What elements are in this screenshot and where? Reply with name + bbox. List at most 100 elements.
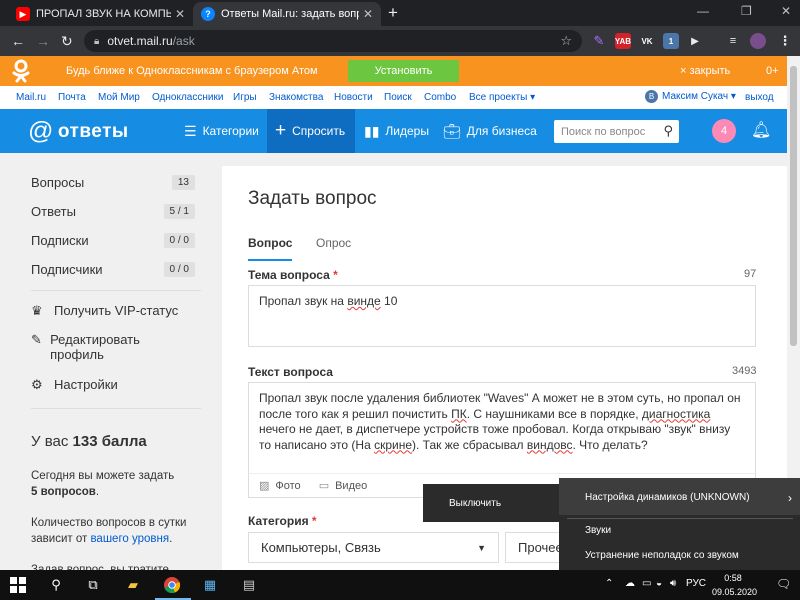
onedrive-icon[interactable]: ☁ xyxy=(625,578,635,589)
windows-start-icon[interactable] xyxy=(9,576,27,594)
search-icon[interactable]: ⚲ xyxy=(663,123,673,139)
portal-link-mail[interactable]: Почта xyxy=(58,92,86,103)
close-window-icon[interactable]: ✕ xyxy=(781,4,791,18)
yab-extension-icon[interactable]: YAB xyxy=(615,33,631,49)
notifications-icon[interactable]: 🗨︎ xyxy=(776,577,791,591)
close-tab-icon[interactable]: ✕ xyxy=(363,7,373,21)
scrollbar-thumb[interactable] xyxy=(790,66,797,346)
close-promo-link[interactable]: × закрыть xyxy=(680,65,730,77)
logout-link[interactable]: выход xyxy=(745,92,774,103)
notifications-badge[interactable]: 4 xyxy=(712,119,736,143)
portal-link-combo[interactable]: Combo xyxy=(424,92,456,103)
misspelled-word: скрине xyxy=(374,437,413,452)
nav-leaders[interactable]: ▮▮ Лидеры xyxy=(356,109,437,153)
topic-input[interactable]: Пропал звук на винде 10 xyxy=(248,285,756,347)
mailru-answers-icon: ? xyxy=(201,7,215,21)
sidebar-item-settings[interactable]: ⚙ Настройки xyxy=(31,377,118,393)
bookmark-star-icon[interactable]: ☆ xyxy=(560,33,572,49)
portal-link-games[interactable]: Игры xyxy=(233,92,257,103)
portal-link-ok[interactable]: Одноклассники xyxy=(152,92,223,103)
file-explorer-icon[interactable]: ▰ xyxy=(124,576,142,594)
menu-item-speaker-settings[interactable]: Настройка динамиков (UNKNOWN) xyxy=(585,492,750,503)
portal-link-search[interactable]: Поиск xyxy=(384,92,412,103)
menu-item-troubleshoot[interactable]: Устранение неполадок со звуком xyxy=(585,550,739,561)
network-icon[interactable]: ◒ xyxy=(656,578,662,589)
level-info-suffix: . xyxy=(169,533,173,545)
count-badge: 13 xyxy=(171,174,195,190)
control-panel-icon[interactable]: ▦ xyxy=(201,576,219,594)
tab-poll[interactable]: Опрос xyxy=(316,236,351,259)
restore-icon[interactable]: ❐ xyxy=(741,4,752,18)
tab-youtube[interactable]: ▶ ПРОПАЛ ЗВУК НА КОМПЬЮТЕР ✕ xyxy=(8,2,193,26)
close-tab-icon[interactable]: ✕ xyxy=(175,7,185,21)
logo-text: ответы xyxy=(57,120,129,142)
nav-categories[interactable]: ☰ Категории xyxy=(176,109,267,153)
answers-logo[interactable]: @ ответы xyxy=(28,117,129,146)
forward-icon[interactable]: → xyxy=(36,33,50,49)
profile-avatar-icon[interactable] xyxy=(750,33,766,49)
daily-limit-value: 5 вопросов xyxy=(31,486,96,498)
score-text: У вас 133 балла xyxy=(31,433,147,450)
install-button[interactable]: Установить xyxy=(348,60,459,82)
minimize-icon[interactable]: — xyxy=(697,4,709,18)
reload-icon[interactable]: ↻ xyxy=(61,33,73,50)
question-text-area[interactable]: Пропал звук после удаления библиотек "Wa… xyxy=(248,382,756,474)
pen-extension-icon[interactable]: ✎ xyxy=(591,33,607,49)
level-link[interactable]: вашего уровня xyxy=(90,533,169,545)
portal-link-mailru[interactable]: Mail.ru xyxy=(16,92,46,103)
vk-extension-icon[interactable]: VK xyxy=(639,33,655,49)
sidebar-item-label: Подписчики xyxy=(31,261,103,277)
search-icon[interactable]: ⚲ xyxy=(47,576,65,594)
app-icon[interactable]: ▤ xyxy=(240,576,258,594)
vk-messages-extension-icon[interactable]: 1 xyxy=(663,33,679,49)
portal-link-myworld[interactable]: Мой Мир xyxy=(98,92,140,103)
text-label-text: Текст вопроса xyxy=(248,365,333,379)
portal-link-all-projects[interactable]: Все проекты ▾ xyxy=(469,92,535,103)
task-view-icon[interactable]: ⧉ xyxy=(84,576,102,594)
media-control-icon[interactable]: ≡ xyxy=(725,33,741,49)
nav-business[interactable]: 💼︎ Для бизнеса xyxy=(435,109,545,153)
volume-icon[interactable]: 🔊︎ xyxy=(670,578,676,589)
nav-label: Для бизнеса xyxy=(466,124,537,138)
menu-item-sounds[interactable]: Звуки xyxy=(585,525,611,536)
sidebar-item-subscriptions[interactable]: Подписки 0 / 0 xyxy=(31,231,195,249)
text-label: Текст вопроса xyxy=(248,365,333,379)
user-menu[interactable]: В Максим Сукач ▾ xyxy=(645,90,736,103)
search-placeholder: Поиск по вопрос xyxy=(561,125,646,138)
sidebar-item-subscribers[interactable]: Подписчики 0 / 0 xyxy=(31,260,195,278)
menu-dots-icon[interactable]: ⋮ xyxy=(777,33,793,49)
battery-icon[interactable]: ▭ xyxy=(642,578,651,589)
category-select[interactable]: Компьютеры, Связь ▼ xyxy=(248,532,499,563)
portal-link-news[interactable]: Новости xyxy=(334,92,373,103)
sidebar-item-vip[interactable]: ♛ Получить VIP-статус xyxy=(31,303,178,319)
attach-photo-button[interactable]: Фото xyxy=(275,480,300,492)
play-extension-icon[interactable]: ▶ xyxy=(687,33,703,49)
bell-icon[interactable]: 🔔︎ xyxy=(751,120,771,140)
attach-video-button[interactable]: Видео xyxy=(335,480,367,492)
tab-question[interactable]: Вопрос xyxy=(248,236,293,261)
url-bar[interactable]: 🔒︎ otvet.mail.ru/ask ☆ xyxy=(84,30,582,52)
gear-icon: ⚙ xyxy=(31,377,43,392)
text-char-counter: 3493 xyxy=(732,365,757,377)
back-icon[interactable]: ← xyxy=(11,33,25,49)
clock[interactable]: 0:58 09.05.2020 xyxy=(712,571,757,599)
new-tab-button[interactable]: + xyxy=(388,4,398,22)
sidebar-item-edit-profile[interactable]: ✎ Редактировать профиль xyxy=(31,332,161,362)
chrome-icon[interactable] xyxy=(163,576,181,594)
language-indicator[interactable]: РУС xyxy=(686,578,706,589)
menu-item-turn-off[interactable]: Выключить xyxy=(449,498,501,509)
tab-mailru-answers[interactable]: ? Ответы Mail.ru: задать вопрос ✕ xyxy=(193,2,381,26)
topic-text: Пропал звук на xyxy=(259,294,348,308)
search-input[interactable]: Поиск по вопрос ⚲ xyxy=(554,120,679,143)
show-hidden-icons[interactable]: ⌃ xyxy=(605,578,613,589)
page-title: Задать вопрос xyxy=(248,188,377,209)
at-logo-icon: @ xyxy=(28,117,54,145)
nav-ask[interactable]: + Спросить xyxy=(267,109,355,153)
misspelled-word: виндовс xyxy=(526,437,573,452)
portal-link-dating[interactable]: Знакомства xyxy=(269,92,323,103)
sidebar-item-questions[interactable]: Вопросы 13 xyxy=(31,173,195,191)
sidebar-item-answers[interactable]: Ответы 5 / 1 xyxy=(31,202,195,220)
menu-separator xyxy=(567,518,793,519)
main-header: @ ответы ☰ Категории + Спросить ▮▮ Лидер… xyxy=(0,109,787,153)
misspelled-word: ПК xyxy=(451,406,467,421)
